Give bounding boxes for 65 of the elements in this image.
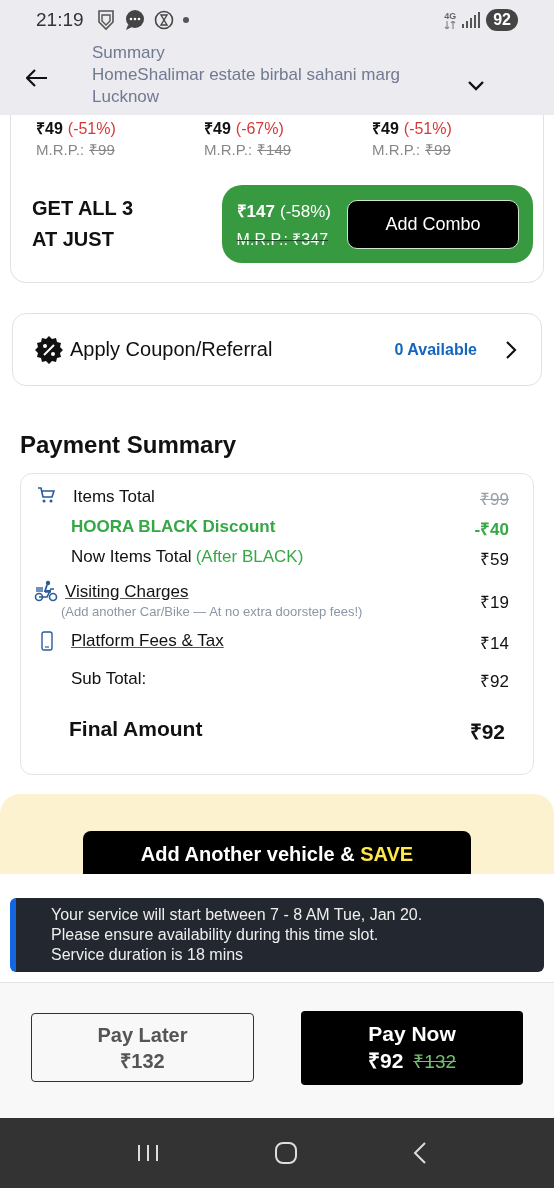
mrp-price: ₹99 bbox=[89, 139, 115, 159]
expand-button[interactable] bbox=[466, 78, 486, 93]
pay-later-button[interactable]: Pay Later ₹132 bbox=[31, 1013, 254, 1082]
back-icon[interactable] bbox=[412, 1142, 427, 1164]
row-amount: ₹99 bbox=[480, 489, 509, 510]
product-price: ₹49 bbox=[372, 118, 399, 139]
row-amount: ₹59 bbox=[480, 549, 509, 570]
discount-text: (-58%) bbox=[280, 201, 331, 222]
back-arrow-icon bbox=[26, 68, 48, 87]
row-amount: ₹19 bbox=[480, 591, 509, 613]
combo-price: ₹147 bbox=[236, 200, 275, 222]
chevron-right-icon bbox=[505, 339, 517, 360]
coupon-row[interactable]: Apply Coupon/Referral 0 Available bbox=[12, 313, 542, 386]
pay-now-button[interactable]: Pay Now ₹92 ₹132 bbox=[301, 1010, 523, 1085]
address-text: HomeShalimar estate birbal sahani marg Lucknow bbox=[92, 63, 402, 108]
percent-badge-icon bbox=[34, 334, 64, 365]
chat-icon bbox=[123, 9, 146, 31]
coupon-label: Apply Coupon/Referral bbox=[70, 338, 274, 361]
available-count: 0 Available bbox=[394, 340, 477, 359]
row-note: (After BLACK) bbox=[195, 547, 304, 567]
product-price: ₹49 bbox=[36, 118, 63, 139]
row-label: Items Total bbox=[73, 487, 155, 507]
notice-text: Please ensure availability during this time slot. bbox=[51, 925, 380, 945]
discount-text: (-51%) bbox=[403, 119, 452, 138]
data-arrows-icon bbox=[444, 20, 457, 29]
notice-text: Your service will start between 7 - 8 AM Tue, Jan 20. bbox=[51, 905, 424, 925]
discount-text: (-67%) bbox=[235, 119, 284, 138]
add-vehicle-button[interactable]: Add Another vehicle & SAVE bbox=[83, 831, 471, 874]
timer-icon bbox=[153, 10, 174, 30]
page-title: Summary bbox=[92, 41, 166, 64]
row-amount: ₹92 bbox=[480, 671, 509, 692]
row-amount: ₹14 bbox=[480, 633, 509, 654]
shield-icon bbox=[95, 9, 116, 31]
battery-level: 92 bbox=[486, 9, 518, 31]
status-time: 21:19 bbox=[36, 9, 84, 31]
add-combo-button[interactable]: Add Combo bbox=[347, 199, 519, 249]
discount-text: (-51%) bbox=[67, 119, 116, 138]
charges-link[interactable]: Visiting Charges bbox=[65, 581, 189, 602]
mrp-label: M.R.P.: bbox=[204, 140, 253, 158]
row-label: Now Items Total bbox=[71, 547, 192, 567]
mrp-label: M.R.P.: bbox=[36, 140, 85, 158]
row-note: (Add another Car/Bike — At no extra doorstep fees!) bbox=[61, 603, 364, 619]
mrp-price: ₹99 bbox=[425, 139, 451, 159]
recents-icon[interactable] bbox=[137, 1145, 160, 1161]
section-title: Payment Summary bbox=[20, 431, 238, 459]
row-label: Sub Total: bbox=[71, 669, 147, 689]
mrp-price: ₹149 bbox=[257, 139, 292, 159]
back-button[interactable] bbox=[24, 66, 50, 89]
product-price: ₹49 bbox=[204, 118, 231, 139]
cart-icon bbox=[37, 487, 55, 503]
chevron-down-icon bbox=[468, 80, 484, 91]
final-label: Final Amount bbox=[69, 717, 203, 742]
mrp-label: M.R.P.: bbox=[372, 140, 421, 158]
signal-icon bbox=[462, 12, 481, 28]
scooter-rider-icon bbox=[33, 580, 59, 602]
network-label: 4G bbox=[444, 11, 457, 21]
home-icon[interactable] bbox=[274, 1141, 298, 1165]
charges-link[interactable]: Platform Fees & Tax bbox=[71, 631, 224, 651]
row-amount: -₹40 bbox=[474, 519, 509, 540]
notice-text: Service duration is 18 mins bbox=[51, 945, 245, 965]
combo-label: GET ALL 3 AT JUST bbox=[32, 196, 135, 252]
phone-icon bbox=[41, 631, 53, 651]
row-label: HOORA BLACK Discount bbox=[71, 517, 276, 537]
dot-icon bbox=[181, 16, 190, 24]
final-amount: ₹92 bbox=[469, 719, 505, 745]
